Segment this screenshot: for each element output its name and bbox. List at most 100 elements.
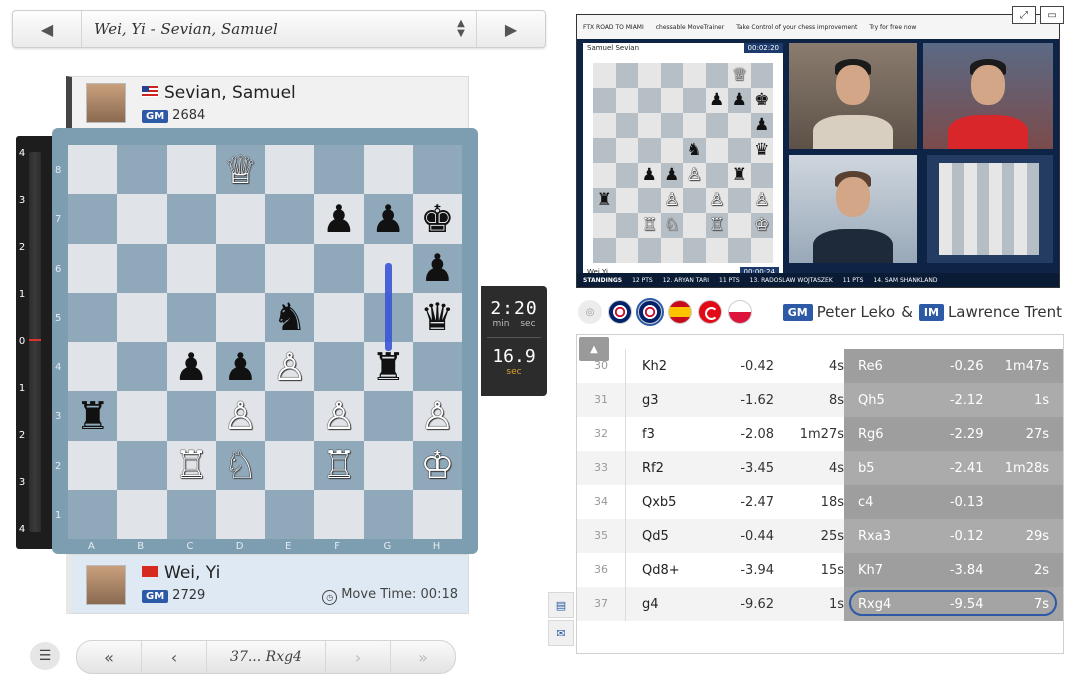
game-dropdown-icon[interactable]: ▲ ▼ [446,19,476,39]
square-g3[interactable] [363,391,413,441]
black-king-icon[interactable]: ♚ [420,200,454,238]
chess-board[interactable]: ♕ ♟ ♟ ♚ ♟ ♞ ♛ ♟ ♟ ♙ ♜ ♜ ♙ ♙ ♙ ♖ ♘ ♖ ♔ [68,145,462,539]
black-queen-icon[interactable]: ♛ [420,298,454,336]
collapse-button[interactable]: ▲ [579,337,609,361]
square-d7[interactable] [215,194,265,244]
black-move-cell[interactable]: Rg6 -2.29 27s [844,417,1063,451]
square-d8[interactable]: ♕ [215,145,265,195]
square-a5[interactable] [68,292,118,342]
white-pawn-icon[interactable]: ♙ [273,348,307,386]
last-move-button[interactable]: » [391,641,455,673]
square-h1[interactable] [412,489,462,539]
black-move[interactable]: Kh7 [844,563,924,578]
white-move[interactable]: Rf2 [626,461,712,476]
square-h5[interactable]: ♛ [412,292,462,342]
square-e5[interactable]: ♞ [265,292,315,342]
black-knight-icon[interactable]: ♞ [273,298,307,336]
square-d2[interactable]: ♘ [215,440,265,490]
black-move-cell[interactable]: b5 -2.41 1m28s [844,451,1063,485]
black-move[interactable]: Rxa3 [844,529,924,544]
polish-commentary-flag-icon[interactable] [728,300,752,324]
square-d6[interactable] [215,243,265,293]
square-b7[interactable] [117,194,167,244]
square-f3[interactable]: ♙ [314,391,364,441]
black-pawn-icon[interactable]: ♟ [322,200,356,238]
square-g7[interactable]: ♟ [363,194,413,244]
square-a4[interactable] [68,342,118,392]
square-e6[interactable] [265,243,315,293]
square-b3[interactable] [117,391,167,441]
black-pawn-icon[interactable]: ♟ [420,249,454,287]
white-move[interactable]: Qxb5 [626,495,712,510]
menu-button[interactable]: ☰ [30,642,60,670]
square-b6[interactable] [117,243,167,293]
game-title[interactable]: Wei, Yi - Sevian, Samuel [82,20,446,38]
white-move[interactable]: Qd5 [626,529,712,544]
square-d3[interactable]: ♙ [215,391,265,441]
square-c2[interactable]: ♖ [166,440,216,490]
square-g8[interactable] [363,145,413,195]
black-pawn-icon[interactable]: ♟ [371,200,405,238]
white-move[interactable]: Qd8+ [626,563,712,578]
white-pawn-icon[interactable]: ♙ [420,397,454,435]
black-move-cell[interactable]: Kh7 -3.84 2s [844,553,1063,587]
spanish-commentary-flag-icon[interactable] [668,300,692,324]
square-f5[interactable] [314,292,364,342]
square-d1[interactable] [215,489,265,539]
square-e8[interactable] [265,145,315,195]
move-list[interactable]: ▲ 30 Kh2 -0.42 4s Re6 -0.26 1m47s 31 g3 -1.62 8s Qh… [576,334,1064,654]
square-g2[interactable] [363,440,413,490]
black-rook-icon[interactable]: ♜ [76,397,110,435]
square-a7[interactable] [68,194,118,244]
white-move[interactable]: g4 [626,597,712,612]
square-c6[interactable] [166,243,216,293]
square-c4[interactable]: ♟ [166,342,216,392]
square-f7[interactable]: ♟ [314,194,364,244]
square-b4[interactable] [117,342,167,392]
white-rook-icon[interactable]: ♖ [322,446,356,484]
square-a2[interactable] [68,440,118,490]
next-game-button[interactable]: ▶ [476,11,545,47]
square-c3[interactable] [166,391,216,441]
square-e3[interactable] [265,391,315,441]
square-b2[interactable] [117,440,167,490]
black-move-cell[interactable]: c4 -0.13 [844,485,1063,519]
white-pawn-icon[interactable]: ♙ [322,397,356,435]
video-stream[interactable]: FTX ROAD TO MIAMI chessable MoveTrainer … [576,14,1060,288]
white-move[interactable]: f3 [626,427,712,442]
square-b5[interactable] [117,292,167,342]
square-f1[interactable] [314,489,364,539]
black-move[interactable]: c4 [844,495,924,510]
square-a6[interactable] [68,243,118,293]
square-h7[interactable]: ♚ [412,194,462,244]
black-move[interactable]: Rg6 [844,427,924,442]
white-king-icon[interactable]: ♔ [420,446,454,484]
square-e1[interactable] [265,489,315,539]
square-d5[interactable] [215,292,265,342]
square-g1[interactable] [363,489,413,539]
square-f6[interactable] [314,243,364,293]
square-a1[interactable] [68,489,118,539]
black-pawn-icon[interactable]: ♟ [223,348,257,386]
next-move-button[interactable]: › [326,641,391,673]
english-commentary-flag-icon[interactable] [608,300,632,324]
black-move-cell[interactable]: Rxa3 -0.12 29s [844,519,1063,553]
popout-icon[interactable]: ⤢ [1012,6,1036,24]
white-pawn-icon[interactable]: ♙ [223,397,257,435]
white-rook-icon[interactable]: ♖ [174,446,208,484]
square-c8[interactable] [166,145,216,195]
previous-move-button[interactable]: ‹ [142,641,207,673]
square-b8[interactable] [117,145,167,195]
black-move-cell[interactable]: Re6 -0.26 1m47s [844,349,1063,383]
turkish-commentary-flag-icon[interactable] [698,300,722,324]
square-a8[interactable] [68,145,118,195]
square-c5[interactable] [166,292,216,342]
black-move[interactable]: Qh5 [844,393,924,408]
black-rook-icon[interactable]: ♜ [371,348,405,386]
square-b1[interactable] [117,489,167,539]
fullscreen-icon[interactable]: ▭ [1040,6,1064,24]
chat-icon[interactable]: ✉ [548,620,574,646]
prev-game-button[interactable]: ◀ [13,11,82,47]
square-h6[interactable]: ♟ [412,243,462,293]
square-h3[interactable]: ♙ [412,391,462,441]
